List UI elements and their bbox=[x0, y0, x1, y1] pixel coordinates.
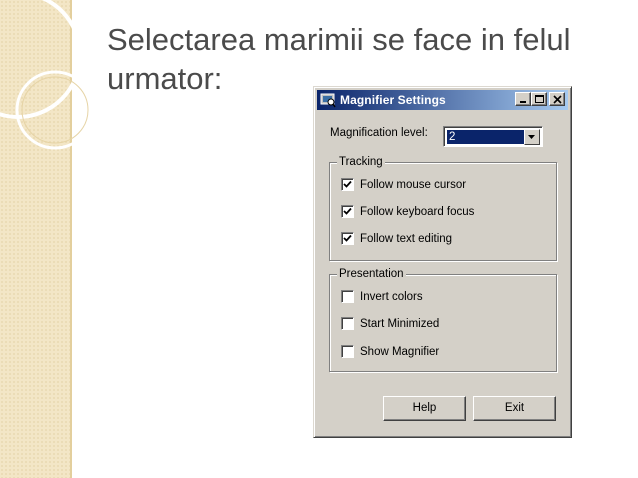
window-titlebar[interactable]: Magnifier Settings bbox=[317, 90, 568, 110]
exit-button[interactable]: Exit bbox=[473, 396, 556, 421]
follow-text-editing-label: Follow text editing bbox=[360, 232, 453, 245]
checkmark-icon bbox=[343, 180, 352, 188]
window-controls bbox=[515, 92, 565, 106]
magnifier-app-icon bbox=[320, 93, 336, 108]
start-minimized-option[interactable]: Start Minimized bbox=[341, 317, 439, 330]
follow-text-editing-checkbox[interactable] bbox=[341, 232, 354, 245]
follow-text-editing-option[interactable]: Follow text editing bbox=[341, 232, 452, 245]
minimize-icon bbox=[520, 101, 526, 103]
follow-keyboard-focus-option[interactable]: Follow keyboard focus bbox=[341, 205, 474, 218]
magnification-level-value: 2 bbox=[447, 130, 525, 144]
invert-colors-option[interactable]: Invert colors bbox=[341, 290, 423, 303]
follow-mouse-cursor-label: Follow mouse cursor bbox=[360, 178, 467, 191]
start-minimized-checkbox[interactable] bbox=[341, 317, 354, 330]
magnification-level-label: Magnification level: bbox=[330, 127, 428, 139]
follow-mouse-cursor-checkbox[interactable] bbox=[341, 178, 354, 191]
tracking-legend: Tracking bbox=[337, 155, 385, 169]
show-magnifier-option[interactable]: Show Magnifier bbox=[341, 345, 439, 358]
decorative-circles-icon bbox=[0, 0, 95, 150]
dropdown-button[interactable] bbox=[524, 129, 540, 145]
show-magnifier-label: Show Magnifier bbox=[360, 345, 440, 358]
help-button[interactable]: Help bbox=[383, 396, 466, 421]
magnifier-settings-window: Magnifier Settings Magnification level: … bbox=[313, 86, 572, 438]
maximize-icon bbox=[535, 95, 544, 103]
magnification-row: Magnification level: bbox=[330, 127, 428, 139]
close-icon bbox=[553, 95, 562, 104]
checkmark-icon bbox=[343, 234, 352, 242]
presentation-group: Presentation Invert colors Start Minimiz… bbox=[329, 267, 557, 372]
show-magnifier-checkbox[interactable] bbox=[341, 345, 354, 358]
follow-keyboard-focus-label: Follow keyboard focus bbox=[360, 205, 475, 218]
invert-colors-checkbox[interactable] bbox=[341, 290, 354, 303]
follow-keyboard-focus-checkbox[interactable] bbox=[341, 205, 354, 218]
magnification-level-select[interactable]: 2 bbox=[443, 126, 543, 147]
window-title: Magnifier Settings bbox=[340, 93, 446, 107]
tracking-group: Tracking Follow mouse cursor Follow keyb… bbox=[329, 155, 557, 261]
start-minimized-label: Start Minimized bbox=[360, 317, 440, 330]
presentation-legend: Presentation bbox=[337, 267, 406, 281]
close-button[interactable] bbox=[549, 92, 565, 106]
invert-colors-label: Invert colors bbox=[360, 290, 423, 303]
minimize-button[interactable] bbox=[515, 92, 531, 106]
slide: Selectarea marimii se face in felul urma… bbox=[0, 0, 638, 478]
chevron-down-icon bbox=[528, 135, 535, 139]
maximize-button[interactable] bbox=[531, 92, 547, 106]
checkmark-icon bbox=[343, 207, 352, 215]
follow-mouse-cursor-option[interactable]: Follow mouse cursor bbox=[341, 178, 466, 191]
